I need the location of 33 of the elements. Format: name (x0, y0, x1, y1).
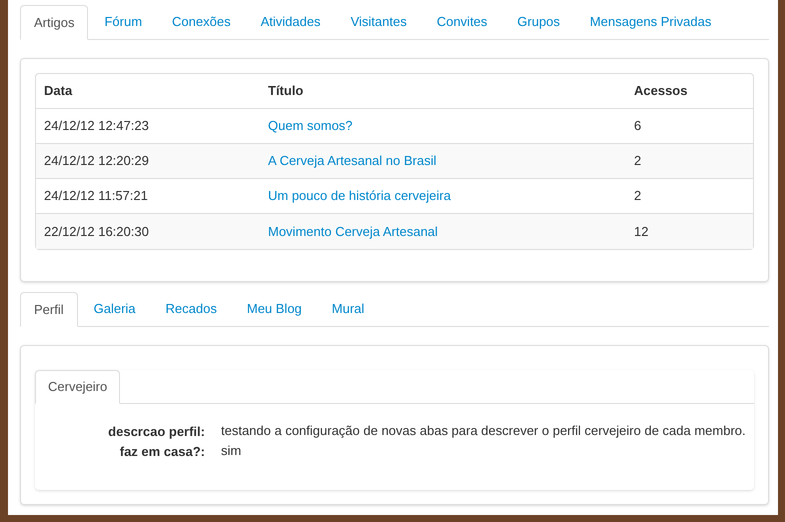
tab[interactable]: Mural (318, 292, 378, 326)
tab[interactable]: Galeria (80, 292, 150, 326)
table-cell-text: 12 (633, 222, 648, 241)
tab[interactable]: Cervejeiro (35, 370, 120, 404)
table-cell-text: 24/12/12 12:20:29 (43, 152, 150, 170)
tab[interactable]: Artigos (20, 5, 88, 40)
article-link[interactable]: Quem somos? (268, 118, 353, 134)
table-cell-text: 6 (633, 117, 642, 136)
field-label: descrcao perfil: (107, 423, 205, 441)
article-link[interactable]: Movimento Cerveja Artesanal (268, 224, 438, 239)
table-cell-text: 2 (633, 187, 642, 206)
tab[interactable]: Visitantes (336, 5, 421, 39)
tab[interactable]: Conexões (158, 5, 245, 39)
tab[interactable]: Mensagens Privadas (576, 5, 726, 39)
field-value: sim (220, 442, 242, 460)
tab[interactable]: Fórum (90, 5, 156, 39)
tab[interactable]: Convites (422, 5, 502, 39)
tab[interactable]: Atividades (246, 5, 335, 39)
table-cell-text: 24/12/12 11:57:21 (43, 187, 149, 206)
table-cell-text: 22/12/12 16:20:30 (43, 222, 150, 241)
article-link[interactable]: Um pouco de história cervejeira (268, 188, 451, 204)
table-cell-text: 24/12/12 12:47:23 (43, 117, 150, 136)
field-label: faz em casa?: (118, 442, 205, 460)
column-header: Acessos (633, 82, 688, 100)
tab[interactable]: Grupos (503, 5, 574, 39)
article-link[interactable]: A Cerveja Artesanal no Brasil (268, 153, 436, 168)
table-cell-text: 2 (633, 152, 642, 170)
column-header: Título (267, 82, 304, 100)
field-value: testando a configuração de novas abas para descrever o perfil cervejeiro de cada membro. (220, 422, 747, 440)
column-header: Data (43, 82, 74, 100)
tab[interactable]: Meu Blog (232, 292, 316, 326)
tab[interactable]: Perfil (20, 292, 78, 327)
tab[interactable]: Recados (152, 292, 231, 326)
